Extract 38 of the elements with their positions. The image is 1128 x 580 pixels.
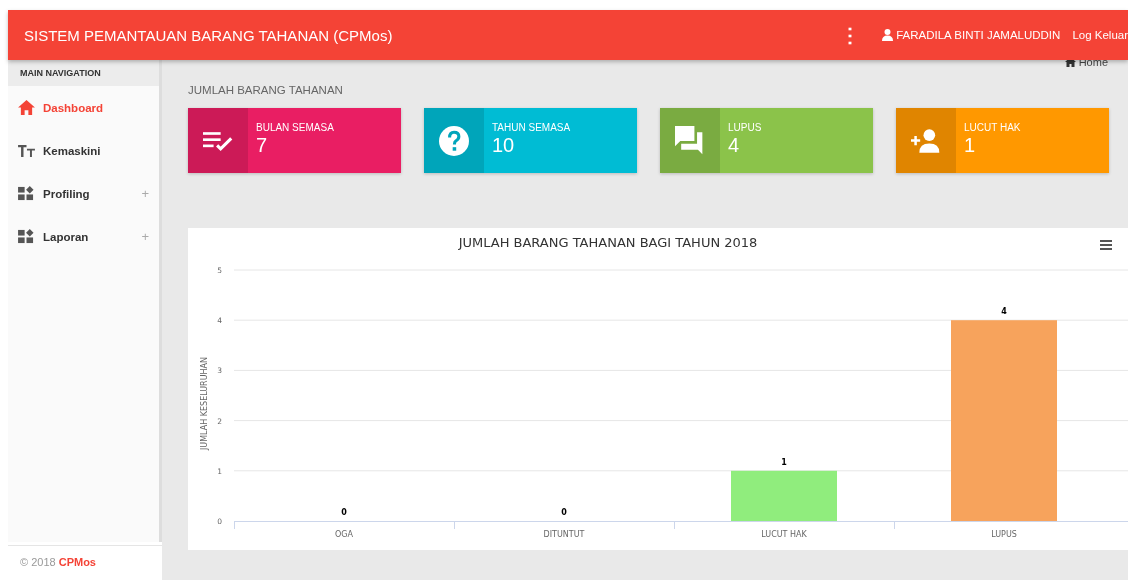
home-icon <box>18 100 35 115</box>
nav-item[interactable]: Kemaskini <box>8 129 159 172</box>
stat-value: 7 <box>256 134 269 157</box>
user-icon <box>882 29 894 41</box>
more-button[interactable]: ⋮ <box>836 23 865 47</box>
stat-label: LUCUT HAK <box>964 122 1021 133</box>
x-tick-label: OGA <box>335 530 353 539</box>
help-icon <box>439 125 469 156</box>
x-tick-label: DITUNTUT <box>543 530 585 539</box>
x-tick-label: LUPUS <box>991 530 1017 539</box>
stat-value: 10 <box>492 134 516 157</box>
home-icon <box>1064 57 1076 67</box>
stat-label: LUPUS <box>728 122 762 133</box>
chart-title: JUMLAH BARANG TAHANAN BAGI TAHUN 2018 <box>458 235 758 250</box>
widgets-icon <box>18 229 35 244</box>
section-title: JUMLAH BARANG TAHANAN <box>188 84 343 96</box>
menu-icon[interactable] <box>1100 240 1112 250</box>
nav-item[interactable]: Laporan + <box>8 215 159 258</box>
stat-value: 4 <box>728 134 741 157</box>
x-tick-label: LUCUT HAK <box>761 530 807 539</box>
y-axis-title: JUMLAH KESELURUHAN <box>200 357 209 450</box>
nav-heading: MAIN NAVIGATION <box>8 60 159 86</box>
nav-item[interactable]: Dashboard <box>8 86 159 129</box>
nav-item[interactable]: Profiling + <box>8 172 159 215</box>
stat-value: 1 <box>964 134 977 157</box>
widgets-icon <box>18 186 35 201</box>
data-label: 0 <box>561 508 567 517</box>
copyright-text: © 2018 CPMos <box>20 556 97 568</box>
stat-label: BULAN SEMASA <box>256 122 334 133</box>
chat-icon <box>675 125 705 156</box>
data-label: 1 <box>781 457 787 467</box>
data-label: 4 <box>1001 307 1007 317</box>
user-link[interactable]: FARADILA BINTI JAMALUDDIN <box>882 29 1061 41</box>
data-label: 0 <box>341 508 347 517</box>
app-title: SISTEM PEMANTAUAN BARANG TAHANAN (CPMos) <box>23 26 394 44</box>
stat-label: TAHUN SEMASA <box>492 122 571 133</box>
text-size-icon <box>18 143 35 158</box>
logout-link[interactable]: Log Keluar <box>1072 29 1128 41</box>
